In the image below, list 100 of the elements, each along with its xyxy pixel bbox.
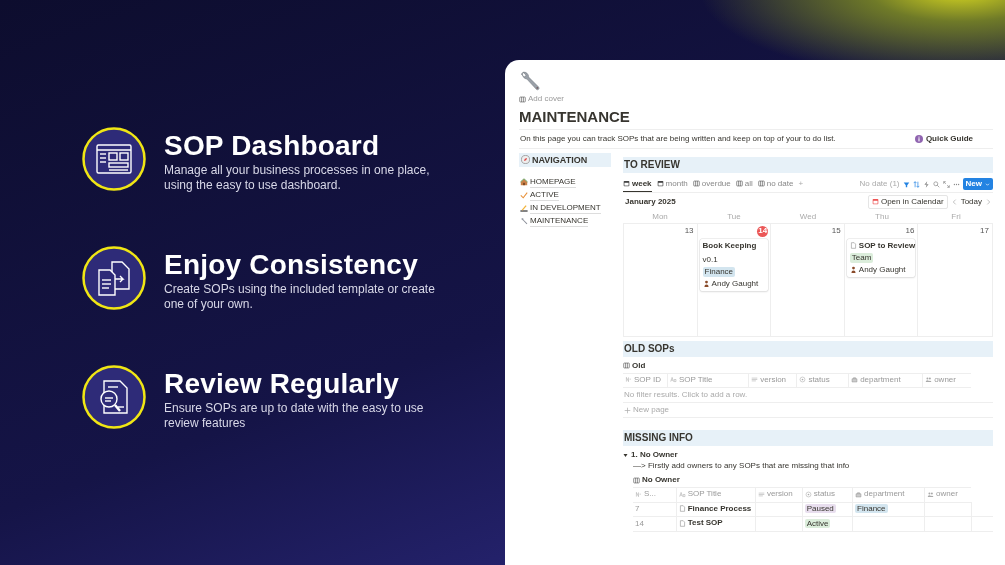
column-header[interactable]: status: [802, 487, 853, 502]
card-version: v0.1: [702, 254, 719, 265]
card-title: Book Keeping: [702, 240, 758, 251]
column-header[interactable]: version: [755, 487, 803, 502]
new-page-button[interactable]: New page: [623, 403, 993, 418]
review-icon: [82, 365, 146, 429]
new-button[interactable]: New: [962, 178, 993, 190]
next-icon[interactable]: [986, 198, 991, 205]
section-heading: TO REVIEW: [623, 156, 993, 173]
table-icon: [692, 180, 700, 187]
navigation-link[interactable]: IN DEVELOPMENT: [519, 202, 611, 214]
status-column-icon: [799, 376, 807, 383]
feature-title: SOP Dashboard: [164, 129, 381, 163]
add-view-button[interactable]: +: [798, 179, 804, 189]
day-number: 14: [757, 225, 769, 237]
view-tab[interactable]: overdue: [692, 176, 731, 192]
section-heading: OLD SOPs: [623, 340, 993, 357]
number-column-icon: [635, 490, 642, 498]
navigation-link[interactable]: MAINTENANCE: [519, 215, 611, 227]
instruction-text: —> Firstly add owners to any SOPs that are missing that info: [633, 461, 851, 471]
sop-title-link[interactable]: Finance Process: [678, 503, 752, 514]
table-cell: 7: [633, 502, 677, 517]
dashboard-icon: [82, 127, 146, 191]
day-number: 16: [904, 225, 916, 237]
view-tab[interactable]: month: [656, 176, 688, 192]
no-date-button[interactable]: No date (1): [859, 179, 900, 189]
person-column-icon: [927, 490, 935, 498]
sop-title-link[interactable]: Test SOP: [678, 518, 723, 528]
view-tab[interactable]: week: [623, 176, 652, 192]
event-card[interactable]: SOP to Review Team Andy Gaught: [846, 238, 916, 277]
table-view-tab[interactable]: No Owner: [633, 475, 680, 485]
check-icon: [520, 191, 528, 199]
empty-table-message[interactable]: No filter results. Click to add a row.: [623, 388, 993, 403]
table-icon: [735, 180, 743, 187]
previous-icon[interactable]: [951, 198, 957, 205]
caret-icon: [985, 181, 990, 187]
number-column-icon: [625, 376, 632, 383]
table-cell: 14: [633, 516, 677, 531]
column-header[interactable]: owner: [922, 373, 971, 388]
weekday-label: Thu: [874, 211, 890, 222]
weekday-label: Fri: [950, 211, 962, 222]
column-header[interactable]: department: [852, 487, 925, 502]
weekday-label: Mon: [651, 211, 669, 222]
table-icon: [633, 476, 640, 484]
search-icon[interactable]: [932, 180, 940, 188]
column-header[interactable]: department: [848, 373, 923, 388]
select-column-icon: [855, 490, 863, 498]
department-tag: Finance: [702, 266, 736, 277]
column-header[interactable]: version: [748, 373, 797, 388]
event-card[interactable]: Book Keeping v0.1 Finance Andy Gaught: [699, 238, 769, 291]
select-column-icon: [851, 376, 859, 383]
status-tag: Active: [804, 518, 831, 528]
table-icon: [623, 362, 630, 369]
person-column-icon: [925, 376, 933, 383]
quick-guide-link[interactable]: Quick Guide: [914, 133, 973, 144]
navigation-link[interactable]: ACTIVE: [519, 189, 611, 201]
expand-icon[interactable]: [942, 180, 950, 188]
day-number: 17: [979, 225, 990, 237]
status-column-icon: [804, 490, 812, 498]
title-column-icon: [678, 490, 686, 498]
wrench-icon: [519, 70, 541, 92]
compass-icon: [521, 155, 530, 164]
department-tag: Team: [849, 252, 874, 263]
avatar-icon: [849, 266, 857, 273]
card-title: SOP to Review: [849, 240, 913, 251]
column-header[interactable]: SOP Title: [667, 373, 749, 388]
sort-icon[interactable]: [912, 180, 920, 188]
column-header[interactable]: SOP Title: [676, 487, 756, 502]
toggle-heading[interactable]: 1. No Owner: [623, 450, 993, 460]
view-tab[interactable]: no date: [757, 176, 794, 192]
table-view-tab[interactable]: Old: [623, 360, 646, 371]
column-header[interactable]: status: [796, 373, 849, 388]
status-tag: Paused: [804, 504, 836, 514]
month-label: January 2025: [625, 196, 676, 207]
column-header[interactable]: SOP ID: [623, 373, 668, 388]
weekday-label: Wed: [798, 211, 818, 222]
title-column-icon: [669, 376, 677, 383]
day-number: 13: [683, 225, 695, 237]
department-tag: Finance: [855, 504, 888, 514]
day-number: 15: [830, 225, 842, 237]
column-header[interactable]: S...: [633, 487, 677, 502]
calendar-icon: [871, 198, 879, 205]
navigation-link[interactable]: HOMEPAGE: [519, 176, 611, 188]
calendar-icon: [623, 180, 630, 187]
lightning-icon[interactable]: [922, 180, 930, 188]
filter-icon[interactable]: [902, 180, 910, 188]
add-cover-button[interactable]: Add cover: [519, 94, 565, 104]
page-description: On this page you can track SOPs that are being written and keep on top of your to do list.: [520, 133, 836, 144]
weekday-label: Tue: [726, 211, 742, 222]
feature-description: Ensure SOPs are up to date with the easy to use review features: [164, 401, 425, 431]
card-owner: Andy Gaught: [702, 278, 766, 289]
documents-icon: [82, 246, 146, 310]
today-button[interactable]: Today: [960, 196, 982, 207]
view-tab[interactable]: all: [735, 176, 753, 192]
calendar-icon: [656, 180, 664, 187]
feature-description: Create SOPs using the included template or create one of your own.: [164, 282, 436, 312]
open-in-calendar-button[interactable]: Open in Calendar: [867, 194, 948, 209]
navigation-heading: NAVIGATION: [519, 152, 611, 167]
info-icon: [914, 134, 923, 143]
column-header[interactable]: owner: [924, 487, 972, 502]
